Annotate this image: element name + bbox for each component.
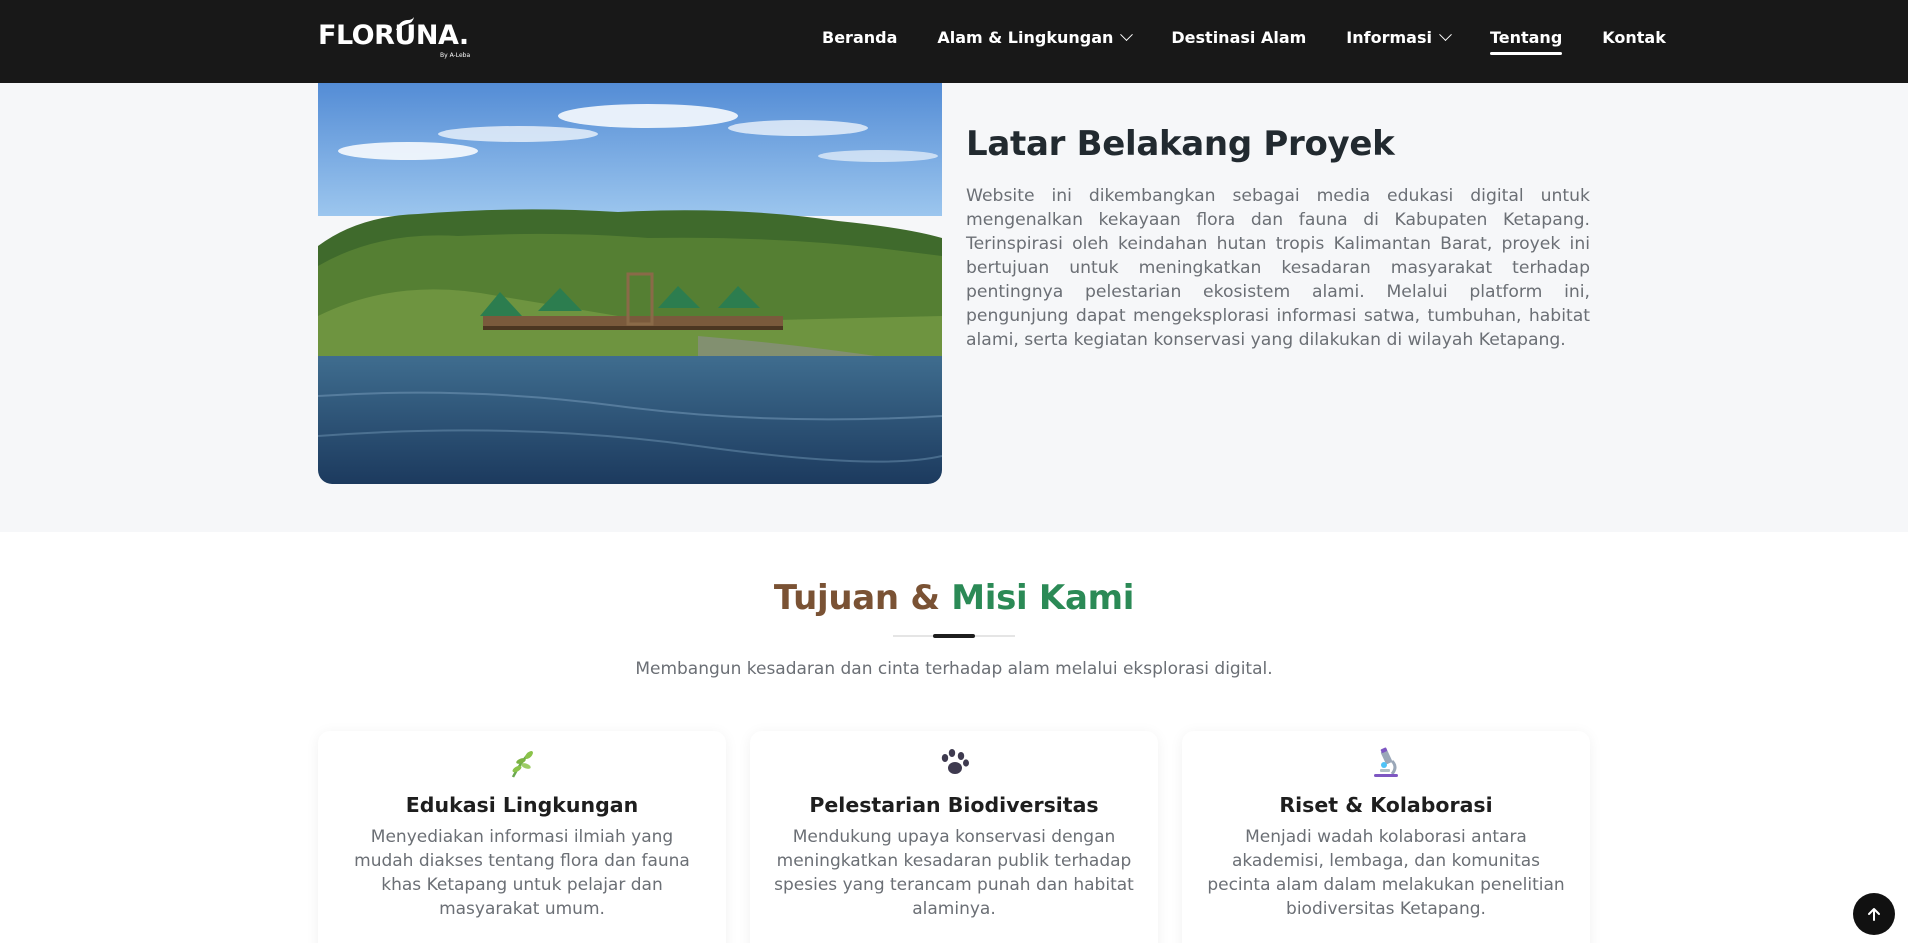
- title-divider: [893, 634, 1015, 638]
- nav-item-beranda[interactable]: Beranda: [822, 28, 897, 55]
- mangrove-resort-photo: [318, 16, 942, 484]
- nav-item-tentang[interactable]: Tentang: [1489, 28, 1563, 55]
- mission-card-pelestarian: Pelestarian Biodiversitas Mendukung upay…: [750, 731, 1158, 943]
- mission-title-part1: Tujuan &: [773, 578, 952, 618]
- nav-item-informasi[interactable]: Informasi: [1346, 28, 1452, 55]
- nav-label: Destinasi Alam: [1171, 28, 1307, 47]
- divider-accent: [933, 634, 975, 638]
- about-title: Latar Belakang Proyek: [966, 124, 1395, 164]
- mission-card-edukasi: Edukasi Lingkungan Menyediakan informasi…: [318, 731, 726, 943]
- nav-item-alam-lingkungan[interactable]: Alam & Lingkungan: [937, 28, 1134, 55]
- mission-subtitle: Membangun kesadaran dan cinta terhadap a…: [635, 659, 1273, 679]
- paw-icon: [750, 745, 1158, 781]
- nav-item-kontak[interactable]: Kontak: [1602, 28, 1666, 55]
- chevron-down-icon: [1120, 28, 1134, 42]
- nav-item-destinasi-alam[interactable]: Destinasi Alam: [1171, 28, 1306, 55]
- mission-title-part2: Misi Kami: [951, 578, 1135, 618]
- arrow-up-icon: [1868, 908, 1880, 921]
- microscope-icon: [1182, 745, 1590, 781]
- nav-label: Alam & Lingkungan: [937, 28, 1114, 47]
- nav-label: Kontak: [1602, 28, 1666, 47]
- seedling-icon: [318, 745, 726, 781]
- card-title: Edukasi Lingkungan: [405, 793, 639, 817]
- logo-byline: By A-Leba: [440, 52, 471, 59]
- floruna-logo[interactable]: FLORUNA. By A-Leba: [318, 17, 470, 59]
- card-title: Riset & Kolaborasi: [1279, 793, 1493, 817]
- card-description: Mendukung upaya konservasi dengan mening…: [774, 827, 1134, 919]
- navbar: FLORUNA. By A-Leba Beranda Alam & Lingku…: [0, 0, 1908, 83]
- nav-menu: Beranda Alam & Lingkungan Destinasi Alam…: [822, 28, 1706, 55]
- nav-label: Beranda: [822, 28, 898, 47]
- card-title: Pelestarian Biodiversitas: [809, 793, 1099, 817]
- card-description: Menyediakan informasi ilmiah yang mudah …: [354, 827, 690, 919]
- mission-title: Tujuan & Misi Kami: [0, 578, 1908, 618]
- chevron-down-icon: [1439, 28, 1452, 42]
- mission-cards: Edukasi Lingkungan Menyediakan informasi…: [318, 731, 1590, 943]
- about-text: Latar Belakang Proyek Website ini dikemb…: [966, 124, 1590, 352]
- mission-card-riset: Riset & Kolaborasi Menjadi wadah kolabor…: [1182, 731, 1590, 943]
- scroll-to-top-button[interactable]: [1853, 893, 1895, 935]
- nav-label: Tentang: [1489, 28, 1563, 47]
- bird-icon: [396, 17, 414, 30]
- about-body: Website ini dikembangkan sebagai media e…: [966, 186, 1590, 350]
- nav-label: Informasi: [1346, 28, 1432, 47]
- card-description: Menjadi wadah kolaborasi antara akademis…: [1207, 827, 1565, 919]
